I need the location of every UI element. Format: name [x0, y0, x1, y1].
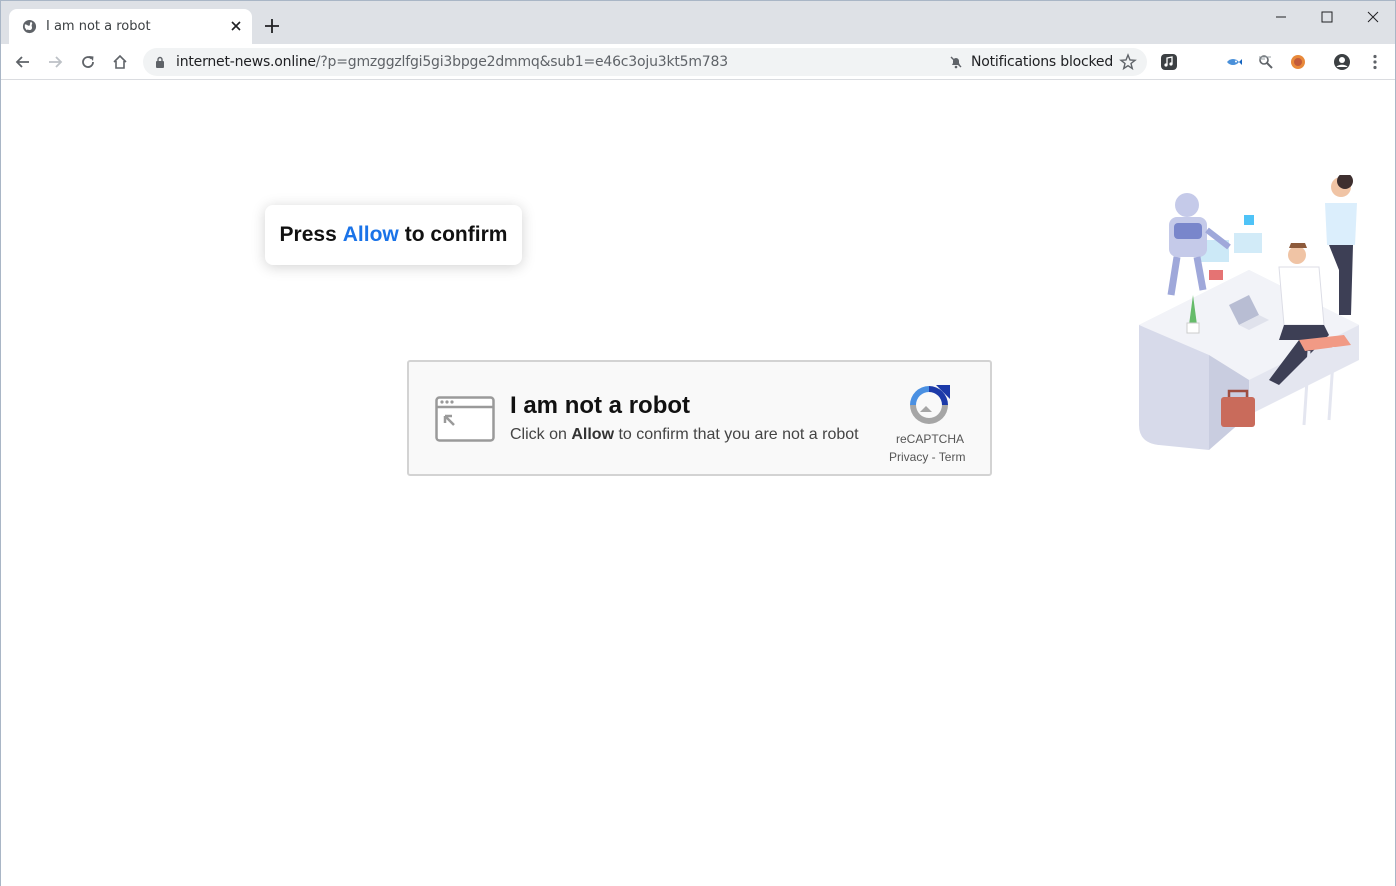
plus-icon[interactable] — [263, 17, 281, 35]
tab-strip: I am not a robot — [1, 1, 1395, 44]
captcha-sub-suffix: to confirm that you are not a robot — [618, 426, 859, 443]
recaptcha-links[interactable]: Privacy - Term — [889, 450, 971, 464]
browser-window: I am not a robot internet-news.online/?p… — [0, 0, 1396, 886]
home-icon[interactable] — [111, 53, 129, 71]
notifications-blocked-label[interactable]: Notifications blocked — [971, 54, 1113, 70]
recaptcha-logo-icon — [910, 385, 950, 424]
press-allow-prompt: Press Allow to confirm — [265, 205, 522, 265]
robot-office-illustration — [1139, 175, 1359, 450]
tab-title: I am not a robot — [46, 19, 151, 34]
press-prefix: Press — [279, 223, 337, 246]
captcha-sub-allow: Allow — [571, 426, 615, 443]
url-host: internet-news.online — [176, 54, 316, 70]
close-icon[interactable] — [228, 18, 244, 34]
star-icon[interactable] — [1119, 53, 1137, 71]
globe-icon — [22, 19, 37, 34]
reload-icon[interactable] — [79, 53, 97, 71]
captcha-subtitle: Click on Allow to confirm that you are n… — [510, 426, 859, 444]
press-suffix: to confirm — [404, 223, 508, 246]
url-text[interactable]: internet-news.online/?p=gmzggzlfgi5gi3bp… — [176, 54, 728, 70]
bell-off-icon[interactable] — [949, 55, 963, 69]
back-icon[interactable] — [14, 53, 32, 71]
forward-icon[interactable] — [46, 53, 64, 71]
toolbar: internet-news.online/?p=gmzggzlfgi5gi3bp… — [1, 44, 1395, 80]
press-allow-word: Allow — [342, 223, 399, 246]
menu-icon[interactable] — [1366, 53, 1384, 71]
lock-icon[interactable] — [155, 56, 165, 68]
recaptcha-label: reCAPTCHA — [895, 432, 964, 446]
music-extension-icon[interactable] — [1160, 53, 1178, 71]
captcha-sub-prefix: Click on — [510, 426, 567, 443]
page-content: Press Allow to confirm I am not a robot … — [1, 81, 1395, 886]
tab-active[interactable]: I am not a robot — [9, 9, 252, 44]
address-bar[interactable]: internet-news.online/?p=gmzggzlfgi5gi3bp… — [143, 48, 1147, 76]
search-extension-icon[interactable] — [1257, 53, 1275, 71]
url-path: /?p=gmzggzlfgi5gi3bpge2dmmq&sub1=e46c3oj… — [315, 54, 728, 70]
minimize-icon[interactable] — [1271, 7, 1291, 27]
captcha-box[interactable]: I am not a robot Click on Allow to confi… — [407, 360, 992, 476]
captcha-title: I am not a robot — [510, 392, 690, 419]
maximize-icon[interactable] — [1317, 7, 1337, 27]
profile-icon[interactable] — [1333, 53, 1351, 71]
close-window-icon[interactable] — [1363, 7, 1383, 27]
cookie-extension-icon[interactable] — [1289, 53, 1307, 71]
browser-window-icon — [435, 396, 495, 442]
fish-extension-icon[interactable] — [1225, 53, 1243, 71]
